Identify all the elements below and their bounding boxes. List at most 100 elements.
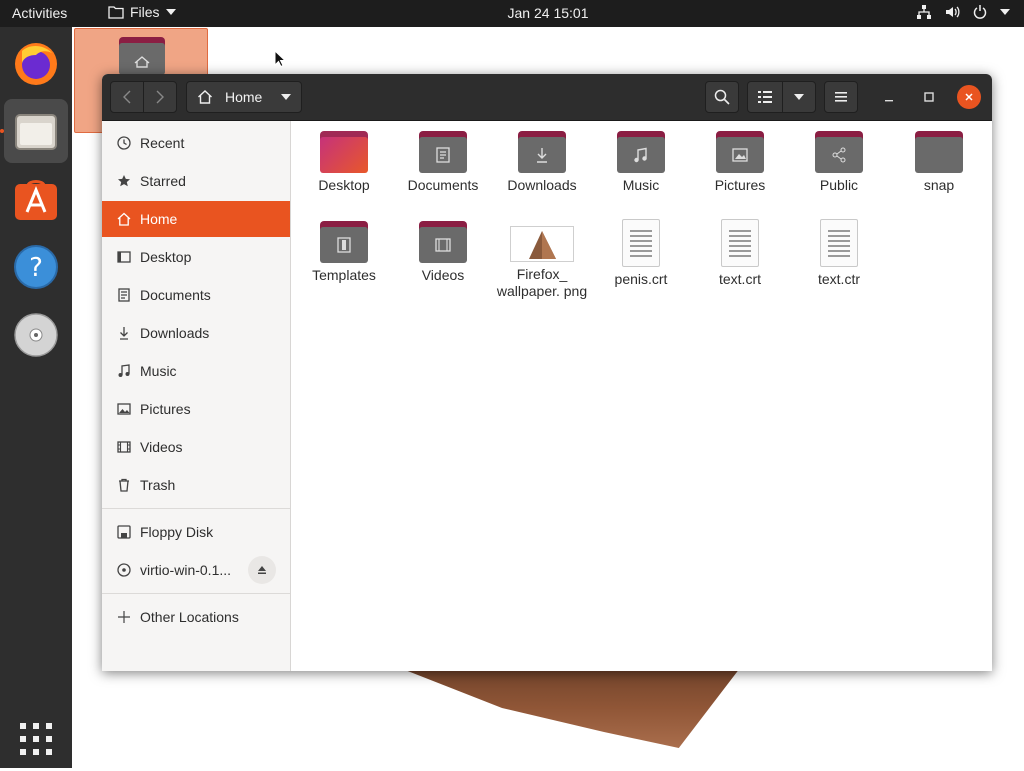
sidebar-item-starred[interactable]: Starred [102, 163, 290, 199]
header-bar: Home [102, 74, 992, 121]
file-label: Videos [421, 267, 465, 283]
hamburger-icon [835, 92, 847, 102]
sidebar-item-other-locations[interactable]: Other Locations [102, 599, 290, 635]
clock[interactable]: Jan 24 15:01 [0, 5, 1024, 21]
chevron-right-icon [156, 90, 164, 104]
software-icon [15, 180, 57, 220]
dock-disc[interactable] [4, 303, 68, 367]
sidebar-item-recent[interactable]: Recent [102, 125, 290, 161]
sidebar-item-label: virtio-win-0.1... [140, 562, 232, 578]
chevron-down-icon [281, 94, 291, 100]
sidebar-item-label: Home [140, 211, 178, 227]
sidebar-item-downloads[interactable]: Downloads [102, 315, 290, 351]
file-item-snap[interactable]: snap [891, 121, 987, 194]
file-item-pictures[interactable]: Pictures [692, 121, 788, 194]
sidebar-item-virtio[interactable]: virtio-win-0.1... [102, 552, 290, 588]
files-icon [15, 114, 57, 150]
music-icon [116, 363, 132, 379]
file-view[interactable]: Desktop Documents Downloads Music Pictur… [291, 121, 992, 671]
folder-pictures-icon [716, 131, 764, 173]
file-item-text-ctr[interactable]: text.ctr [791, 211, 887, 288]
file-label: Templates [312, 267, 376, 283]
sidebar-item-music[interactable]: Music [102, 353, 290, 389]
file-item-public[interactable]: Public [791, 121, 887, 194]
download-icon [116, 325, 132, 341]
eject-icon [258, 566, 266, 574]
home-icon [198, 90, 212, 104]
sidebar-item-trash[interactable]: Trash [102, 467, 290, 503]
dock-software[interactable] [4, 167, 68, 231]
plus-icon [116, 609, 132, 625]
eject-button[interactable] [248, 556, 276, 584]
text-file-icon [820, 219, 858, 267]
folder-templates-icon [320, 221, 368, 263]
search-button[interactable] [705, 81, 739, 113]
file-label: text.crt [718, 271, 761, 287]
file-item-videos[interactable]: Videos [395, 211, 491, 284]
file-label: Music [622, 177, 660, 193]
sidebar-item-label: Videos [140, 439, 183, 455]
sidebar-item-label: Desktop [140, 249, 192, 265]
sidebar-item-documents[interactable]: Documents [102, 277, 290, 313]
forward-button[interactable] [143, 81, 177, 113]
disc-icon [14, 313, 58, 357]
view-options-button[interactable] [782, 81, 816, 113]
file-item-templates[interactable]: Templates [296, 211, 392, 284]
picture-icon [116, 401, 132, 417]
file-item-documents[interactable]: Documents [395, 121, 491, 194]
dock-files[interactable] [4, 99, 68, 163]
dock-help[interactable]: ? [4, 235, 68, 299]
file-item-firefox-wallpaper[interactable]: Firefox_ wallpaper. png [494, 211, 590, 300]
file-item-music[interactable]: Music [593, 121, 689, 194]
menu-button[interactable] [824, 81, 858, 113]
chevron-left-icon [123, 90, 131, 104]
network-icon [917, 5, 931, 19]
files-window: Home Recent Starred Home Desktop Documen… [102, 74, 992, 671]
file-label: text.ctr [817, 271, 860, 287]
sidebar-item-label: Music [140, 363, 177, 379]
file-item-penis-crt[interactable]: penis.crt [593, 211, 689, 288]
folder-music-icon [617, 131, 665, 173]
sidebar-item-home[interactable]: Home [102, 201, 290, 237]
clock-label: Jan 24 15:01 [507, 5, 589, 21]
system-tray[interactable] [916, 4, 1010, 20]
disc-icon [116, 562, 132, 578]
text-file-icon [622, 219, 660, 267]
power-icon [973, 5, 987, 19]
sidebar-item-floppy[interactable]: Floppy Disk [102, 514, 290, 550]
dock-app-grid[interactable] [4, 707, 68, 771]
file-item-text-crt[interactable]: text.crt [692, 211, 788, 288]
sidebar-item-label: Floppy Disk [140, 524, 214, 540]
maximize-icon [924, 92, 934, 102]
path-label: Home [225, 89, 263, 105]
file-label: penis.crt [614, 271, 668, 287]
volume-icon [946, 6, 960, 18]
file-label: Public [819, 177, 859, 193]
sidebar-item-desktop[interactable]: Desktop [102, 239, 290, 275]
sidebar-item-label: Downloads [140, 325, 210, 341]
maximize-button[interactable] [917, 85, 941, 109]
folder-downloads-icon [518, 131, 566, 173]
path-bar-home[interactable]: Home [186, 81, 302, 113]
help-icon: ? [14, 245, 58, 289]
file-item-desktop[interactable]: Desktop [296, 121, 392, 194]
home-folder-icon [119, 37, 165, 75]
sidebar-item-videos[interactable]: Videos [102, 429, 290, 465]
sidebar-item-pictures[interactable]: Pictures [102, 391, 290, 427]
file-item-downloads[interactable]: Downloads [494, 121, 590, 194]
list-view-icon [758, 91, 772, 103]
close-button[interactable] [957, 85, 981, 109]
dock-firefox[interactable] [4, 31, 68, 95]
sidebar-item-label: Recent [140, 135, 185, 151]
desktop-icon [116, 249, 132, 265]
minimize-button[interactable] [877, 85, 901, 109]
file-label: Desktop [318, 177, 370, 193]
minimize-icon [885, 100, 893, 102]
file-label: Downloads [507, 177, 577, 193]
back-button[interactable] [110, 81, 144, 113]
document-icon [116, 287, 132, 303]
file-label: snap [923, 177, 955, 193]
sidebar-item-label: Documents [140, 287, 211, 303]
view-list-button[interactable] [747, 81, 783, 113]
folder-public-icon [815, 131, 863, 173]
